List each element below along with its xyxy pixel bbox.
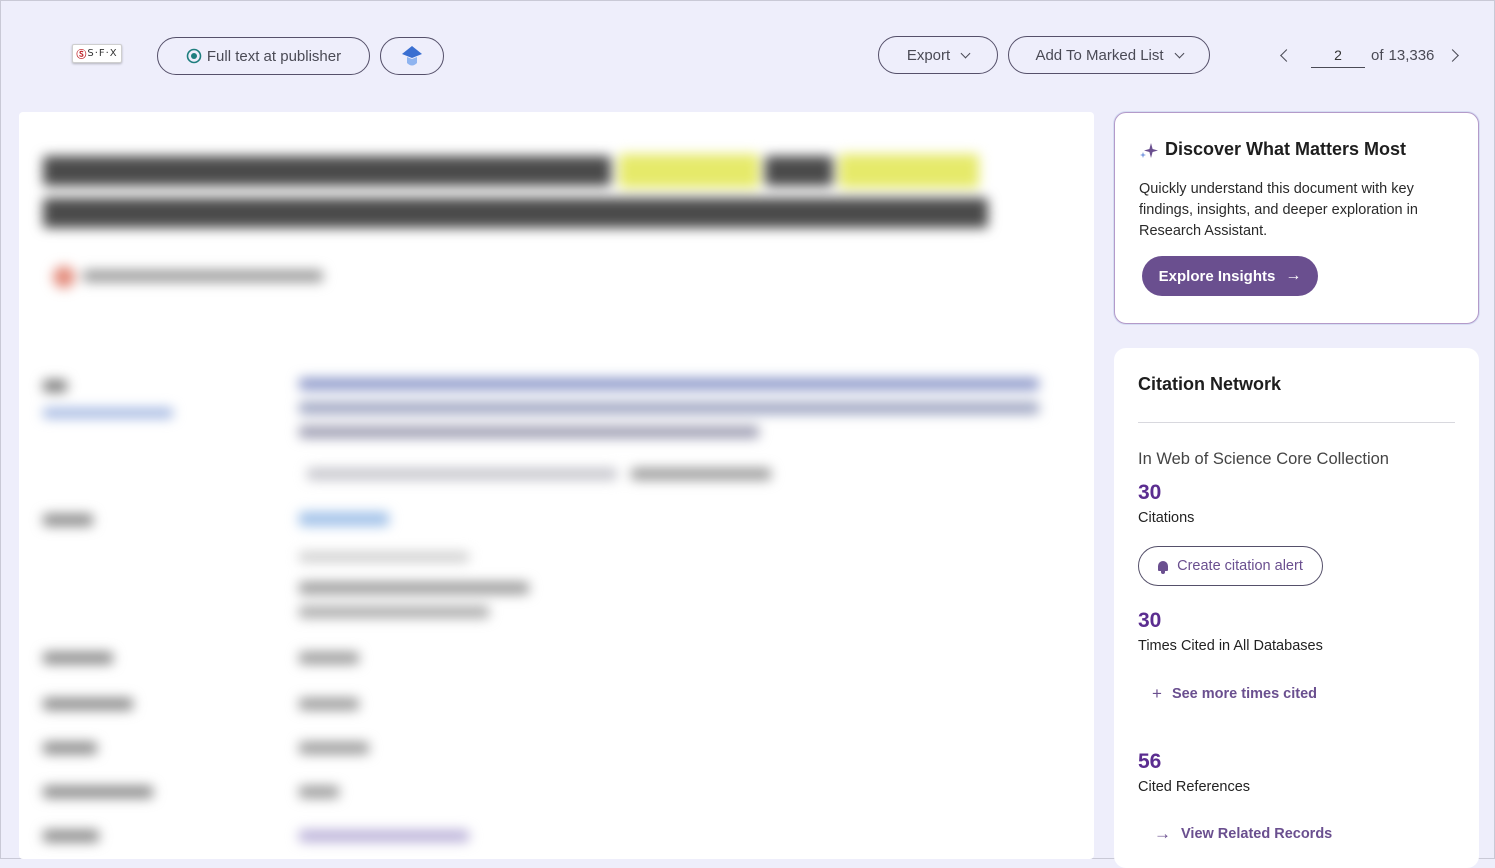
marked-list-label: Add To Marked List [1035,46,1164,64]
bell-icon [1158,561,1169,574]
page-number-input[interactable] [1311,42,1365,68]
view-related-label: View Related Records [1181,826,1333,842]
citation-network-title: Citation Network [1138,374,1282,394]
discover-title: Discover What Matters Most [1165,139,1407,159]
publisher-icon [186,48,202,64]
unpaywall-button[interactable] [380,37,444,75]
open-access-icon [402,46,422,66]
full-text-button[interactable]: Full text at publisher [157,37,370,75]
explore-insights-button[interactable]: Explore Insights → [1142,256,1318,296]
blurred-record-content [19,112,1094,859]
arrow-right-icon: → [1154,824,1171,843]
view-related-records-link[interactable]: → View Related Records [1154,824,1332,844]
create-citation-alert-label: Create citation alert [1177,558,1303,574]
chevron-down-icon [960,48,971,58]
sfx-logo-text: S·F·X [87,48,118,59]
page-of-label: of [1371,46,1384,64]
chevron-down-icon [1174,48,1185,58]
arrow-right-icon: → [1285,267,1302,284]
pagination: of 13,336 [1270,36,1460,74]
next-page-icon[interactable] [1446,48,1460,62]
discover-card: Discover What Matters Most Quickly under… [1114,112,1479,324]
see-more-label: See more times cited [1171,686,1318,702]
full-text-label: Full text at publisher [206,47,342,65]
citation-network-card: Citation Network In Web of Science Core … [1114,348,1479,868]
see-more-times-cited-link[interactable]: + See more times cited [1152,684,1317,704]
explore-insights-label: Explore Insights [1158,267,1276,285]
cited-references-count[interactable]: 56 [1138,750,1161,774]
cited-references-label: Cited References [1138,779,1251,795]
plus-icon: + [1152,684,1162,703]
export-button[interactable]: Export [878,36,998,74]
sfx-logo[interactable]: Ⓢ S·F·X [72,44,122,63]
all-databases-label: Times Cited in All Databases [1138,638,1323,654]
citations-label: Citations [1138,510,1195,526]
divider [1138,422,1455,423]
citations-count[interactable]: 30 [1138,481,1161,505]
previous-page-icon[interactable] [1280,48,1293,62]
page-total: 13,336 [1388,46,1435,64]
record-panel [19,112,1094,859]
collection-label: In Web of Science Core Collection [1138,450,1389,468]
export-label: Export [906,46,951,64]
add-to-marked-list-button[interactable]: Add To Marked List [1008,36,1210,74]
sparkle-icon [1140,143,1158,158]
discover-description: Quickly understand this document with ke… [1139,181,1418,239]
all-databases-count[interactable]: 30 [1138,609,1161,633]
create-citation-alert-button[interactable]: Create citation alert [1138,546,1323,586]
